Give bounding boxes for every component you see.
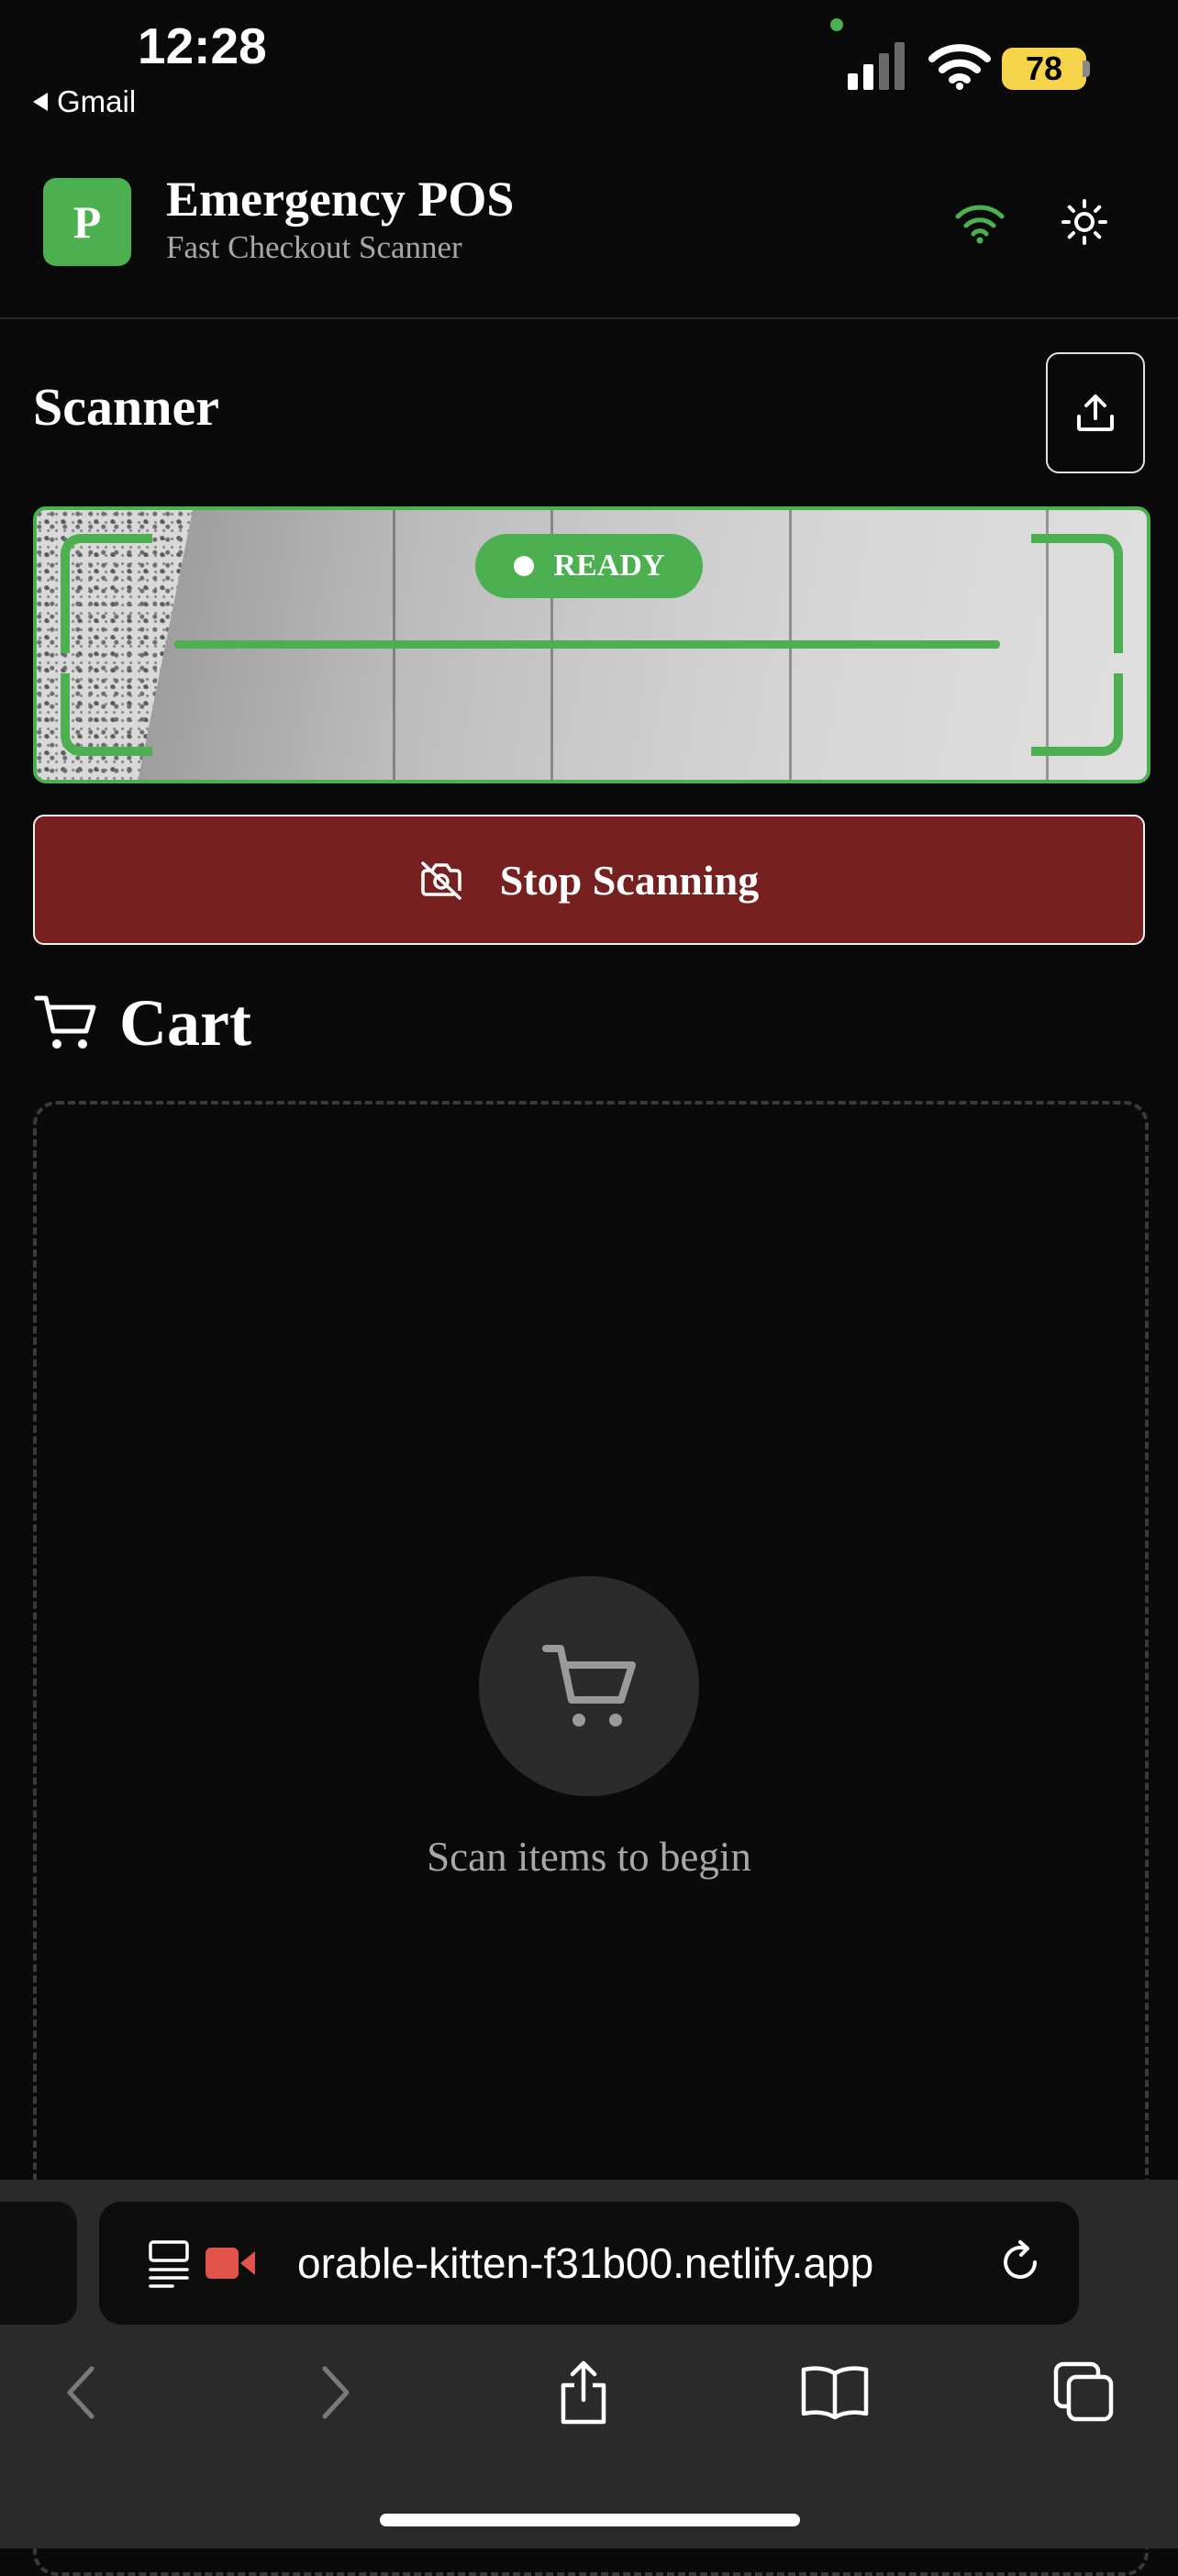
tabs-icon[interactable]	[1048, 2356, 1121, 2429]
reader-icon[interactable]	[147, 2238, 193, 2288]
cart-title: Cart	[119, 985, 251, 1060]
status-label: READY	[553, 549, 665, 583]
battery-level: 78	[1025, 50, 1063, 87]
bookmarks-icon[interactable]	[798, 2356, 872, 2429]
cart-heading: Cart	[33, 982, 251, 1064]
viewfinder-corner	[1031, 673, 1123, 756]
empty-cart-illustration	[479, 1576, 699, 1796]
app-subtitle: Fast Checkout Scanner	[166, 229, 462, 265]
battery-icon: 78	[1002, 48, 1086, 90]
scan-line	[174, 640, 1000, 649]
share-icon[interactable]	[547, 2356, 620, 2429]
camera-in-use-indicator	[830, 18, 843, 31]
app-title: Emergency POS	[166, 172, 515, 227]
forward-icon[interactable]	[299, 2356, 372, 2429]
previous-tab-preview[interactable]	[0, 2202, 77, 2325]
status-dot	[513, 556, 534, 576]
empty-cart-message: Scan items to begin	[427, 1834, 751, 1880]
battery-nub	[1083, 61, 1090, 77]
home-indicator[interactable]	[380, 2514, 800, 2526]
export-button[interactable]	[1046, 352, 1145, 473]
status-time: 12:28	[138, 17, 267, 74]
viewfinder-corner	[61, 534, 152, 653]
scanner-title: Scanner	[33, 377, 219, 437]
reload-icon[interactable]	[995, 2237, 1046, 2288]
address-bar[interactable]: orable-kitten-f31b00.netlify.app	[99, 2202, 1079, 2325]
app-header: P Emergency POS Fast Checkout Scanner	[0, 156, 1178, 319]
connection-wifi-icon	[955, 205, 1005, 244]
back-icon[interactable]	[44, 2356, 117, 2429]
url-text: orable-kitten-f31b00.netlify.app	[297, 2239, 874, 2287]
stop-scanning-label: Stop Scanning	[499, 856, 760, 904]
status-badge: READY	[475, 534, 703, 598]
cart-icon	[34, 995, 96, 1049]
stop-scanning-button[interactable]: Stop Scanning	[33, 815, 1145, 945]
empty-cart-icon	[542, 1645, 636, 1727]
back-triangle-icon	[33, 93, 48, 111]
back-to-app-link[interactable]: Gmail	[33, 84, 136, 119]
viewfinder-corner	[1031, 534, 1123, 653]
wifi-icon	[928, 44, 991, 90]
theme-toggle-sun-icon[interactable]	[1061, 198, 1108, 246]
back-app-label: Gmail	[57, 84, 137, 118]
camera-viewfinder: READY	[33, 506, 1150, 783]
camera-off-icon	[420, 861, 461, 900]
viewfinder-corner	[61, 673, 152, 756]
screen-record-icon	[206, 2248, 255, 2279]
browser-nav-row	[0, 2356, 1178, 2429]
app-logo: P	[43, 178, 131, 266]
upload-icon	[1077, 394, 1114, 431]
signal-icon	[848, 42, 905, 90]
